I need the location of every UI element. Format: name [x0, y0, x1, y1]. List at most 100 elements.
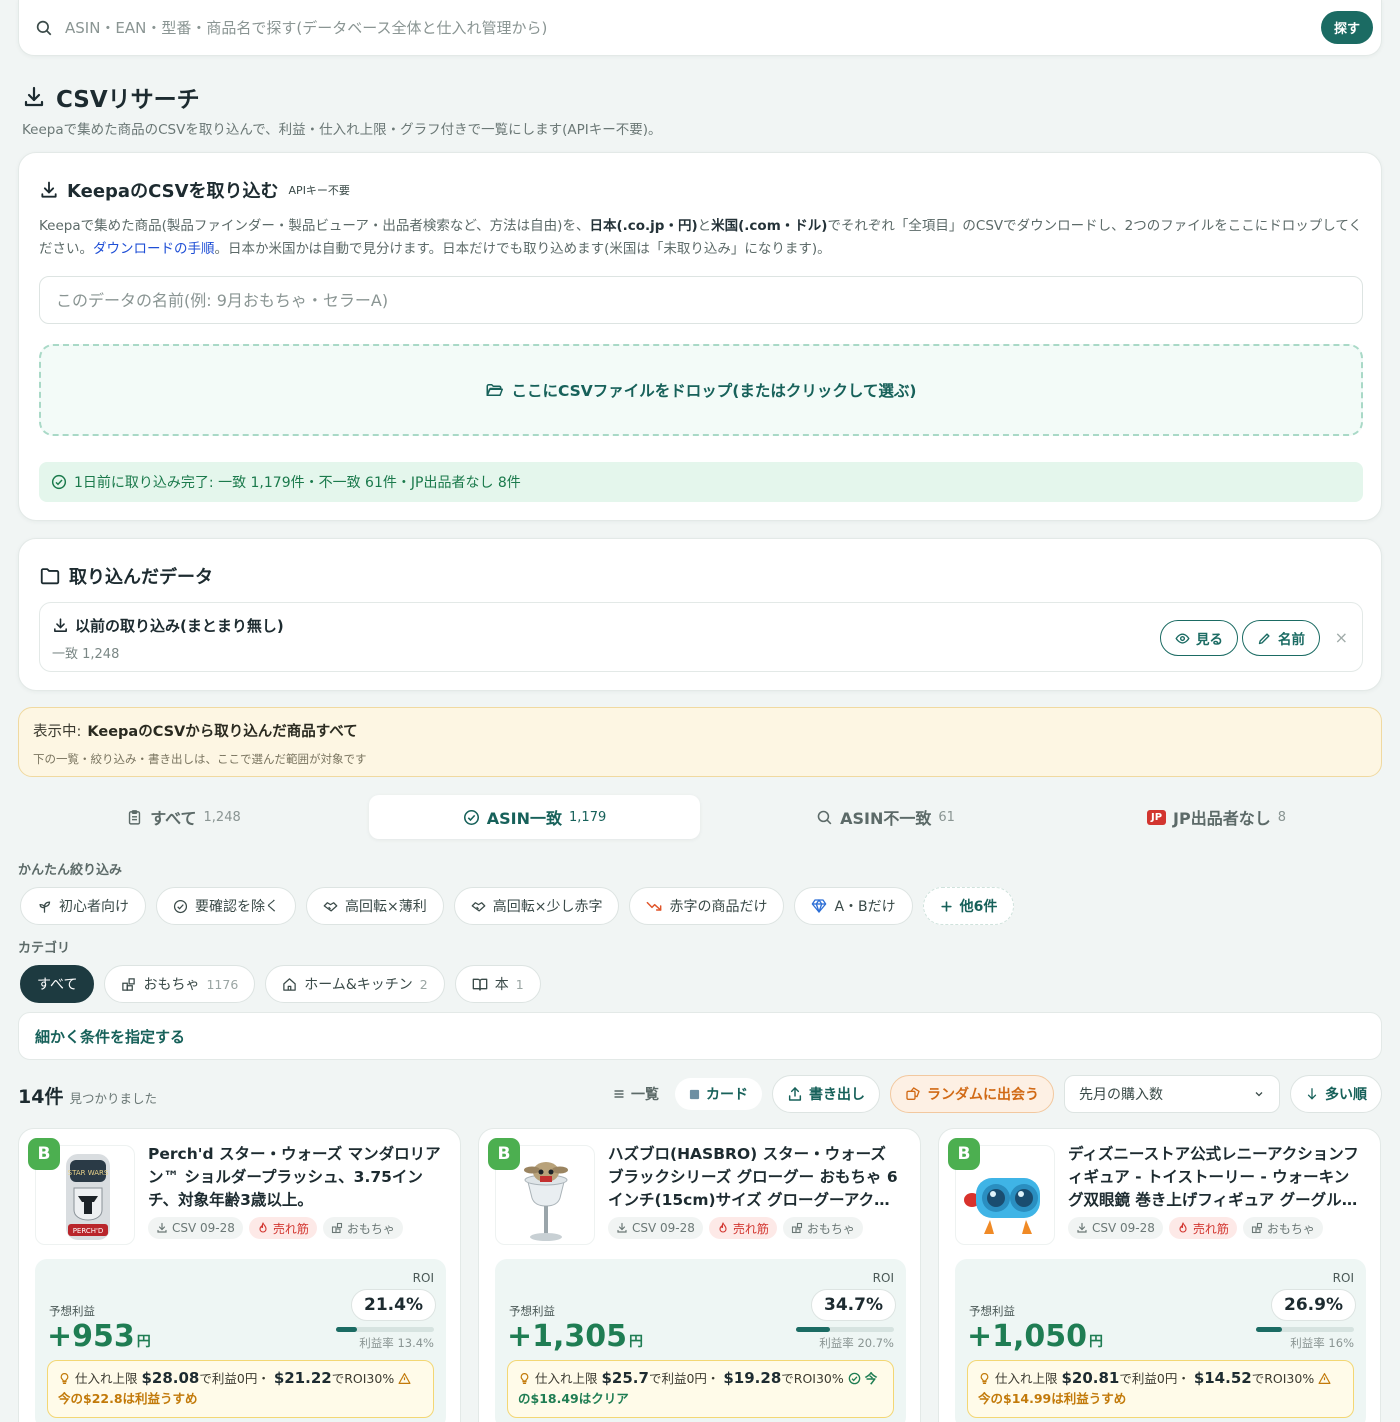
- chip-label: 本: [494, 977, 509, 993]
- blocks-icon: [121, 977, 136, 992]
- result-count-suffix: 見つかりました: [69, 1091, 157, 1106]
- advanced-filter-toggle[interactable]: 細かく条件を指定する: [18, 1012, 1382, 1060]
- expected-profit: +1,305 円: [507, 1319, 643, 1354]
- category-tag-label: おもちゃ: [1266, 1221, 1315, 1236]
- tab-asin-mismatch[interactable]: ASIN不一致 61: [720, 795, 1051, 839]
- csv-tag: CSV 09-28: [148, 1217, 243, 1239]
- csv-import-section: KeepaのCSVを取り込む APIキー不要 Keepaで集めた商品(製品ファイ…: [18, 152, 1382, 521]
- filter-chip-loss-only[interactable]: 赤字の商品だけ: [629, 887, 785, 925]
- roi-bar-fill: [796, 1327, 830, 1332]
- roi-bar: [336, 1327, 434, 1332]
- list-view-label: 一覧: [631, 1087, 659, 1103]
- roi-label: ROI: [412, 1271, 434, 1285]
- imported-title-row: 取り込んだデータ: [39, 563, 213, 589]
- view-dataset-button[interactable]: 見る: [1160, 620, 1238, 656]
- chip-label: 他6件: [959, 899, 998, 915]
- list-view-toggle[interactable]: 一覧: [607, 1075, 665, 1113]
- handshake-icon: [471, 899, 486, 914]
- plus-icon: [940, 900, 953, 913]
- desc-jp: 日本(.co.jp・円): [589, 218, 698, 234]
- card-view-toggle[interactable]: カード: [675, 1078, 762, 1110]
- chip-label: 赤字の商品だけ: [669, 899, 768, 915]
- scope-label: 表示中:: [33, 724, 82, 740]
- search-input[interactable]: [65, 14, 1265, 42]
- profit-value: +953: [47, 1319, 135, 1354]
- chip-label: A・Bだけ: [834, 899, 896, 915]
- eye-icon: [1175, 631, 1190, 646]
- purchase-limit-box: 仕入れ上限 $20.81で利益0円・ $14.52でROI30% 今の$14.9…: [967, 1360, 1354, 1418]
- trending-down-icon: [646, 898, 662, 914]
- tab-label: すべて: [150, 809, 197, 828]
- imported-title: 取り込んだデータ: [69, 567, 213, 588]
- pencil-icon: [1257, 631, 1272, 646]
- csv-tag-label: CSV 09-28: [632, 1221, 695, 1235]
- match-tabs: すべて 1,248 ASIN一致 1,179 ASIN不一致 61 JP JP出…: [18, 795, 1382, 839]
- tab-all[interactable]: すべて 1,248: [18, 795, 349, 839]
- product-card[interactable]: B ディズニーストア公式レニーアクションフィギュア - トイストーリー - ウォ…: [938, 1128, 1381, 1422]
- category-tag: おもちゃ: [1242, 1217, 1323, 1239]
- export-button[interactable]: 書き出し: [772, 1075, 880, 1113]
- dataset-name-input[interactable]: [39, 276, 1363, 324]
- book-open-icon: [472, 976, 488, 992]
- quick-filter-chips: 初心者向け 要確認を除く 高回転×薄利 高回転×少し赤字 赤字の商品だけ A・B…: [20, 887, 1015, 925]
- csv-tag: CSV 09-28: [608, 1217, 703, 1239]
- arrow-down-icon: [1305, 1087, 1319, 1101]
- roi-label: ROI: [872, 1271, 894, 1285]
- delete-dataset-button[interactable]: ×: [1335, 628, 1348, 647]
- filter-chip-grade-ab[interactable]: A・Bだけ: [794, 887, 913, 925]
- tab-no-jp-seller[interactable]: JP JP出品者なし 8: [1051, 795, 1382, 839]
- desc-text-1: Keepaで集めた商品(製品ファインダー・製品ビューア・出品者検索など、方法は自…: [39, 218, 590, 234]
- product-card[interactable]: B STAR WARS PERCH'D Perch'd スター・ウォーズ マンダ…: [18, 1128, 461, 1422]
- scope-line: 表示中: KeepaのCSVから取り込んだ商品すべて: [33, 720, 358, 741]
- limit-roi-price: $14.52: [1193, 1369, 1252, 1387]
- category-chip-all[interactable]: すべて: [20, 965, 95, 1003]
- random-button[interactable]: ランダムに出会う: [890, 1075, 1054, 1113]
- filter-chip-fast-thin[interactable]: 高回転×薄利: [306, 887, 444, 925]
- roi-value: 21.4%: [351, 1289, 436, 1321]
- grid-icon: [689, 1089, 700, 1100]
- limit-roi-price: $21.22: [273, 1369, 332, 1387]
- tab-asin-match[interactable]: ASIN一致 1,179: [369, 795, 700, 839]
- category-chip-books[interactable]: 本 1: [454, 965, 541, 1003]
- category-chip-home-kitchen[interactable]: ホーム&キッチン 2: [265, 965, 445, 1003]
- product-card[interactable]: B ハズブロ(HASBRO) スター・ウォーズ ブラックシリーズ グローグー お…: [478, 1128, 921, 1422]
- limit-label: 仕入れ上限: [534, 1371, 598, 1386]
- view-button-label: 見る: [1196, 632, 1223, 648]
- profit-margin: 利益率 16%: [1290, 1336, 1354, 1350]
- filter-chip-beginner[interactable]: 初心者向け: [20, 887, 146, 925]
- search-button[interactable]: 探す: [1321, 11, 1373, 44]
- grade-badge: B: [488, 1138, 520, 1170]
- clipboard-icon: [126, 809, 143, 826]
- product-title[interactable]: ハズブロ(HASBRO) スター・ウォーズ ブラックシリーズ グローグー おもち…: [608, 1143, 904, 1212]
- import-title-row: KeepaのCSVを取り込む APIキー不要: [39, 177, 350, 203]
- product-title[interactable]: Perch'd スター・ウォーズ マンダロリアン™ ショルダープラッシュ、3.7…: [148, 1143, 444, 1212]
- rename-dataset-button[interactable]: 名前: [1242, 620, 1320, 656]
- bestseller-tag: 売れ筋: [708, 1217, 777, 1239]
- sort-order-button[interactable]: 多い順: [1290, 1075, 1382, 1113]
- check-circle-icon: [463, 809, 480, 826]
- sort-select[interactable]: 先月の購入数: [1064, 1075, 1280, 1113]
- profit-box: ROI 34.7% 利益率 20.7% 予想利益 +1,305 円 仕入れ上限 $…: [495, 1259, 906, 1422]
- csv-tag-label: CSV 09-28: [1092, 1221, 1155, 1235]
- filter-chip-fast-small-loss[interactable]: 高回転×少し赤字: [453, 887, 620, 925]
- filter-chip-exclude-review[interactable]: 要確認を除く: [156, 887, 296, 925]
- product-title[interactable]: ディズニーストア公式レニーアクションフィギュア - トイストーリー - ウォーキ…: [1068, 1143, 1364, 1212]
- svg-text:STAR WARS: STAR WARS: [68, 1169, 109, 1177]
- bestseller-tag: 売れ筋: [248, 1217, 317, 1239]
- tab-count: 1,179: [569, 809, 607, 825]
- csv-dropzone[interactable]: ここにCSVファイルをドロップ(またはクリックして選ぶ): [39, 344, 1363, 436]
- roi-bar-fill: [336, 1327, 357, 1332]
- download-steps-link[interactable]: ダウンロードの手順: [93, 241, 215, 257]
- csv-tag: CSV 09-28: [1068, 1217, 1163, 1239]
- category-chip-toys[interactable]: おもちゃ 1176: [104, 965, 256, 1003]
- desc-text-3: 。日本か米国かは自動で見分けます。日本だけでも取り込めます(米国は「未取り込み」…: [214, 241, 831, 257]
- import-description: Keepaで集めた商品(製品ファインダー・製品ビューア・出品者検索など、方法は自…: [39, 215, 1363, 261]
- upload-icon: [787, 1086, 803, 1102]
- dataset-title-row: 以前の取り込み(まとまり無し): [52, 615, 284, 636]
- expected-profit-label: 予想利益: [969, 1304, 1015, 1318]
- category-tag-label: おもちゃ: [346, 1221, 395, 1236]
- roi-value: 34.7%: [811, 1289, 896, 1321]
- profit-value: +1,050: [967, 1319, 1088, 1354]
- import-status-banner: 1日前に取り込み完了: 一致 1,179件・不一致 61件・JP出品者なし 8件: [39, 462, 1363, 502]
- filter-chip-more[interactable]: 他6件: [922, 887, 1015, 925]
